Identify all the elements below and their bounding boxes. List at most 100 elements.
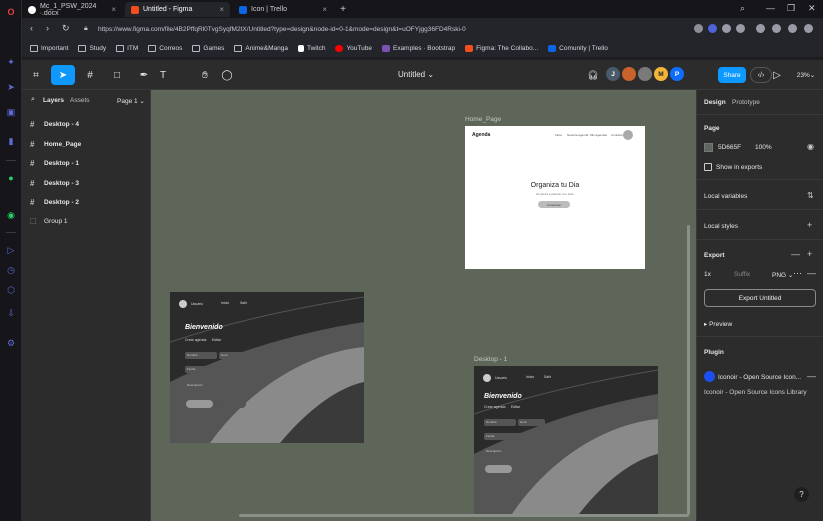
- bookmark-trello[interactable]: Comunity | Trello: [548, 45, 608, 52]
- bookmark-itm[interactable]: ITM: [116, 45, 138, 52]
- close-icon[interactable]: ×: [322, 5, 327, 14]
- vertical-scrollbar[interactable]: [687, 225, 690, 515]
- layer-item[interactable]: # Desktop - 1: [30, 157, 79, 169]
- help-button[interactable]: ?: [794, 487, 809, 502]
- download-icon[interactable]: [736, 24, 745, 33]
- desktop-1-frame[interactable]: Usuario Inicio Salir Bienvenido Crear ag…: [474, 366, 658, 514]
- file-title[interactable]: Untitled ⌄: [398, 70, 434, 79]
- frame-label-home[interactable]: Home_Page: [465, 116, 501, 123]
- search-tabs-icon[interactable]: ⌕: [740, 3, 745, 14]
- arrow-icon[interactable]: ➤: [5, 81, 17, 93]
- avatar[interactable]: M: [654, 67, 668, 81]
- page-opacity[interactable]: 100%: [755, 144, 772, 151]
- bookmark-study[interactable]: Study: [78, 45, 106, 52]
- tab-layers[interactable]: Layers: [43, 97, 64, 104]
- close-icon[interactable]: ×: [219, 5, 224, 14]
- profile-icon[interactable]: [804, 24, 813, 33]
- page-color-value[interactable]: 5D665F: [718, 144, 741, 151]
- tab-document[interactable]: Mc_1_PSW_2024 ∙.docx ×: [22, 2, 122, 17]
- close-icon[interactable]: ×: [111, 5, 116, 14]
- tab-prototype[interactable]: Prototype: [732, 99, 760, 106]
- pen-tool-icon[interactable]: ✒: [132, 65, 156, 85]
- avatar[interactable]: J: [606, 67, 620, 81]
- shape-tool-icon[interactable]: □: [105, 65, 129, 85]
- minus-icon[interactable]: —: [791, 249, 800, 259]
- text-tool-icon[interactable]: T: [156, 65, 170, 85]
- minus-icon[interactable]: —: [807, 371, 816, 381]
- frame-tool-icon[interactable]: #: [78, 65, 102, 85]
- layer-item[interactable]: # Desktop - 3: [30, 177, 79, 189]
- minimize-icon[interactable]: —: [766, 3, 775, 13]
- bookmark-games[interactable]: Games: [192, 45, 224, 52]
- avatar[interactable]: [638, 67, 652, 81]
- tab-assets[interactable]: Assets: [70, 97, 90, 104]
- plus-icon[interactable]: +: [807, 249, 812, 259]
- opera-logo-icon[interactable]: O: [5, 6, 17, 18]
- download-icon[interactable]: ⇩: [5, 307, 17, 319]
- tab-design[interactable]: Design: [704, 99, 726, 106]
- horizontal-scrollbar[interactable]: [239, 514, 689, 517]
- export-suffix-input[interactable]: Suffix: [734, 271, 750, 278]
- reload-icon[interactable]: ↻: [62, 23, 70, 34]
- tab-figma[interactable]: Untitled - Figma ×: [125, 2, 230, 17]
- present-icon[interactable]: ▷: [770, 65, 784, 85]
- plugin-name[interactable]: Iconoir - Open Source Icon...: [718, 374, 801, 381]
- twitch-icon[interactable]: ▮: [5, 135, 17, 147]
- page-color-swatch[interactable]: [704, 143, 713, 152]
- bookmark-figma[interactable]: Figma: The Collabo...: [465, 45, 538, 52]
- avatar[interactable]: P: [670, 67, 684, 81]
- snapshot-icon[interactable]: [772, 24, 781, 33]
- extensions-icon[interactable]: [756, 24, 765, 33]
- avatar[interactable]: [622, 67, 636, 81]
- settings-icon[interactable]: ⚙: [5, 337, 17, 349]
- sliders-icon[interactable]: ⇅: [807, 191, 814, 200]
- move-tool-icon[interactable]: ➤: [51, 65, 75, 85]
- play-icon[interactable]: ▷: [5, 244, 17, 256]
- close-window-icon[interactable]: ✕: [808, 3, 816, 14]
- local-variables-label[interactable]: Local variables: [704, 193, 747, 200]
- forward-icon[interactable]: ›: [46, 23, 49, 33]
- plus-icon[interactable]: +: [807, 220, 812, 230]
- eye-icon[interactable]: ◉: [807, 142, 814, 151]
- gamepad-icon[interactable]: ✦: [5, 56, 17, 68]
- hand-tool-icon[interactable]: ✋︎: [198, 65, 212, 85]
- bookmark-youtube[interactable]: YouTube: [335, 45, 372, 52]
- show-in-exports-checkbox[interactable]: [704, 163, 712, 171]
- local-styles-label[interactable]: Local styles: [704, 223, 738, 230]
- tab-trello[interactable]: Icon | Trello ×: [233, 2, 333, 17]
- bookmark-anime[interactable]: Anime&Manga: [234, 45, 288, 52]
- frame-label-desktop-1[interactable]: Desktop - 1: [474, 356, 507, 363]
- heart-icon[interactable]: [722, 24, 731, 33]
- headphones-icon[interactable]: 🎧︎: [586, 65, 600, 85]
- chat-icon[interactable]: ◉: [5, 209, 17, 221]
- desktop-frame[interactable]: Usuario Inicio Salir Bienvenido Crear ag…: [170, 292, 364, 443]
- minus-icon[interactable]: —: [807, 268, 816, 278]
- layer-item[interactable]: # Desktop - 2: [30, 196, 79, 208]
- bookmark-twitch[interactable]: Twitch: [298, 45, 325, 52]
- new-tab-button[interactable]: +: [336, 2, 350, 17]
- layer-item[interactable]: # Home_Page: [30, 138, 81, 150]
- whatsapp-icon[interactable]: ●: [5, 172, 17, 184]
- share-button[interactable]: Share: [718, 67, 746, 83]
- export-button[interactable]: Export Untitled: [704, 289, 816, 307]
- more-icon[interactable]: ⋯: [793, 268, 802, 279]
- comment-tool-icon[interactable]: ◯: [220, 65, 234, 85]
- maximize-icon[interactable]: ❐: [787, 3, 795, 14]
- export-format-select[interactable]: PNG ⌄: [772, 271, 793, 279]
- export-scale[interactable]: 1x: [704, 271, 711, 278]
- search-icon[interactable]: ⌕: [31, 96, 35, 104]
- cube-icon[interactable]: ⬡: [5, 284, 17, 296]
- back-icon[interactable]: ‹: [30, 23, 33, 33]
- camera-icon[interactable]: [694, 24, 703, 33]
- canvas[interactable]: Home_Page Agenda Inicio Nuestra agenda M…: [151, 90, 696, 521]
- preview-toggle[interactable]: ▸ Preview: [704, 320, 732, 328]
- easy-setup-icon[interactable]: [788, 24, 797, 33]
- home-page-frame[interactable]: Agenda Inicio Nuestra agenda Mis agendas…: [465, 126, 645, 269]
- url-field[interactable]: https://www.figma.com/file/4B2PffqRl0Tvg…: [98, 22, 678, 36]
- dev-mode-toggle[interactable]: ‹/›: [750, 67, 772, 83]
- layer-item[interactable]: # Desktop - 4: [30, 118, 79, 130]
- bookmark-bootstrap[interactable]: Examples · Bootstrap: [381, 45, 455, 52]
- bookmark-correos[interactable]: Correos: [148, 45, 182, 52]
- bookmark-important[interactable]: Important: [30, 45, 68, 52]
- bag-icon[interactable]: ▣: [5, 106, 17, 118]
